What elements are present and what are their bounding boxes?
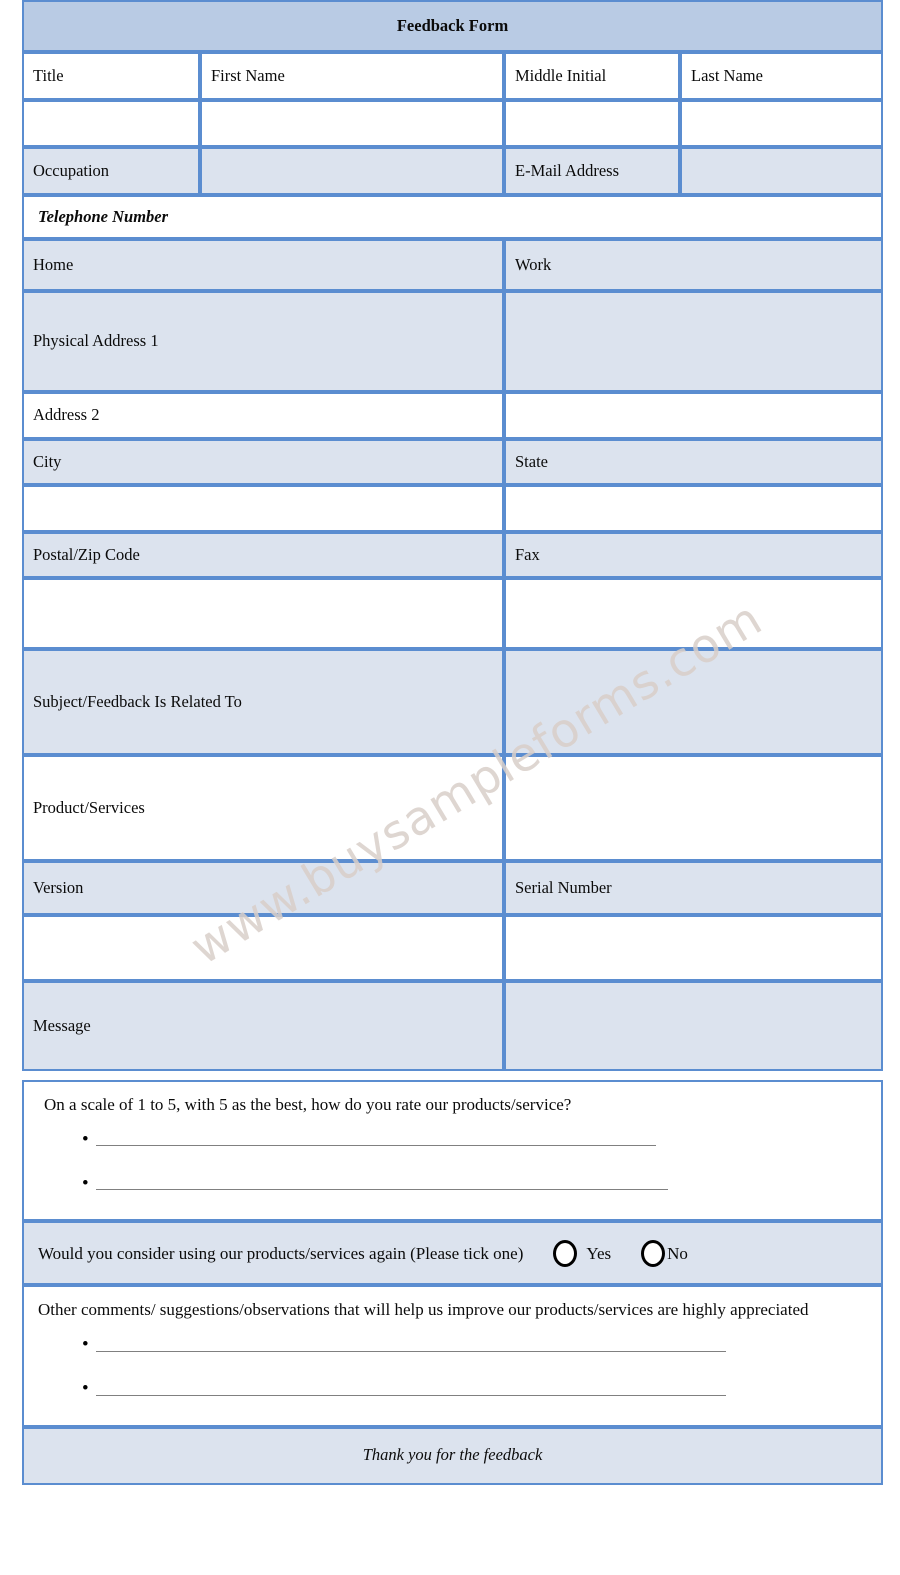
reuse-question-cell: Would you consider using our products/se… xyxy=(22,1221,883,1286)
serial-number-label: Serial Number xyxy=(504,861,884,915)
bullet-icon: • xyxy=(82,1128,89,1150)
radio-circle-icon[interactable] xyxy=(553,1239,578,1267)
reuse-question-row: Would you consider using our products/se… xyxy=(22,1221,883,1286)
message-row: Message xyxy=(22,981,884,1071)
thank-you-message: Thank you for the feedback xyxy=(22,1426,883,1485)
last-name-input[interactable] xyxy=(680,100,884,147)
reuse-option-no[interactable]: No xyxy=(641,1239,688,1267)
middle-initial-label: Middle Initial xyxy=(504,52,680,100)
rating-answer-line-2[interactable] xyxy=(96,1189,668,1191)
list-item[interactable]: • xyxy=(24,1161,881,1205)
first-name-input[interactable] xyxy=(200,100,504,147)
subject-label: Subject/Feedback Is Related To xyxy=(22,649,504,755)
rating-answer-line-1[interactable] xyxy=(96,1145,656,1147)
list-item[interactable]: • xyxy=(24,1367,881,1411)
comments-question-row: Other comments/ suggestions/observations… xyxy=(22,1285,883,1427)
address1-input[interactable] xyxy=(504,291,884,392)
questions-table: On a scale of 1 to 5, with 5 as the best… xyxy=(22,1080,883,1485)
address2-input[interactable] xyxy=(504,392,884,439)
name-input-row xyxy=(22,100,884,147)
telephone-heading-row: Telephone Number xyxy=(22,195,884,239)
version-input[interactable] xyxy=(22,915,504,981)
version-serial-input-row xyxy=(22,915,884,981)
last-name-label: Last Name xyxy=(680,52,884,100)
rating-question-row: On a scale of 1 to 5, with 5 as the best… xyxy=(22,1080,883,1222)
occupation-row: Occupation E-Mail Address xyxy=(22,147,884,195)
fax-label: Fax xyxy=(504,532,884,578)
list-item[interactable]: • xyxy=(24,1323,881,1367)
city-label: City xyxy=(22,439,504,485)
phone-label-row: Home Work xyxy=(22,239,884,291)
telephone-number-heading: Telephone Number xyxy=(22,195,884,239)
list-item[interactable]: • xyxy=(24,1117,881,1161)
home-phone-label: Home xyxy=(22,239,504,291)
state-input[interactable] xyxy=(504,485,884,532)
state-label: State xyxy=(504,439,884,485)
serial-number-input[interactable] xyxy=(504,915,884,981)
table-spacer xyxy=(0,1071,900,1080)
bullet-icon: • xyxy=(82,1378,89,1399)
subject-input[interactable] xyxy=(504,649,884,755)
form-title-row: Feedback Form xyxy=(22,0,884,52)
name-label-row: Title First Name Middle Initial Last Nam… xyxy=(22,52,884,100)
footer-row: Thank you for the feedback xyxy=(22,1426,883,1485)
rating-answer-list: • • xyxy=(24,1117,881,1219)
city-input[interactable] xyxy=(22,485,504,532)
address2-label: Address 2 xyxy=(22,392,504,439)
comments-question-cell: Other comments/ suggestions/observations… xyxy=(22,1285,883,1427)
message-label: Message xyxy=(22,981,504,1071)
middle-initial-input[interactable] xyxy=(504,100,680,147)
rating-question-text: On a scale of 1 to 5, with 5 as the best… xyxy=(44,1095,572,1114)
page-title: Feedback Form xyxy=(22,0,884,52)
title-label: Title xyxy=(22,52,200,100)
subject-row: Subject/Feedback Is Related To xyxy=(22,649,884,755)
main-fields-table: Feedback Form Title First Name Middle In… xyxy=(22,0,884,1071)
occupation-label: Occupation xyxy=(22,147,200,195)
postal-code-input[interactable] xyxy=(22,578,504,649)
rating-question-cell: On a scale of 1 to 5, with 5 as the best… xyxy=(22,1080,883,1222)
reuse-option-yes-label: Yes xyxy=(586,1243,612,1263)
fax-input[interactable] xyxy=(504,578,884,649)
comments-answer-line-2[interactable] xyxy=(96,1394,726,1396)
comments-answer-list: • • xyxy=(24,1323,881,1425)
postal-fax-label-row: Postal/Zip Code Fax xyxy=(22,532,884,578)
address2-row: Address 2 xyxy=(22,392,884,439)
title-input[interactable] xyxy=(22,100,200,147)
bullet-icon: • xyxy=(82,1334,89,1355)
version-serial-label-row: Version Serial Number xyxy=(22,861,884,915)
first-name-label: First Name xyxy=(200,52,504,100)
feedback-form-page: www.buysampleforms.com Feedback Form Tit… xyxy=(0,0,900,1575)
reuse-question-text: Would you consider using our products/se… xyxy=(38,1243,524,1263)
product-services-label: Product/Services xyxy=(22,755,504,861)
bullet-icon: • xyxy=(82,1172,89,1194)
reuse-option-no-label: No xyxy=(667,1243,688,1263)
radio-circle-icon[interactable] xyxy=(641,1239,666,1267)
comments-answer-line-1[interactable] xyxy=(96,1350,726,1352)
reuse-option-yes[interactable]: Yes xyxy=(553,1239,612,1267)
reuse-tick-row: Would you consider using our products/se… xyxy=(24,1223,881,1283)
message-input[interactable] xyxy=(504,981,884,1071)
product-services-input[interactable] xyxy=(504,755,884,861)
comments-question-text: Other comments/ suggestions/observations… xyxy=(38,1300,809,1320)
occupation-input[interactable] xyxy=(200,147,504,195)
version-label: Version xyxy=(22,861,504,915)
work-phone-label: Work xyxy=(504,239,884,291)
email-input[interactable] xyxy=(680,147,884,195)
product-row: Product/Services xyxy=(22,755,884,861)
postal-code-label: Postal/Zip Code xyxy=(22,532,504,578)
email-label: E-Mail Address xyxy=(504,147,680,195)
postal-fax-input-row xyxy=(22,578,884,649)
city-state-input-row xyxy=(22,485,884,532)
address1-row: Physical Address 1 xyxy=(22,291,884,392)
address1-label: Physical Address 1 xyxy=(22,291,504,392)
city-state-label-row: City State xyxy=(22,439,884,485)
